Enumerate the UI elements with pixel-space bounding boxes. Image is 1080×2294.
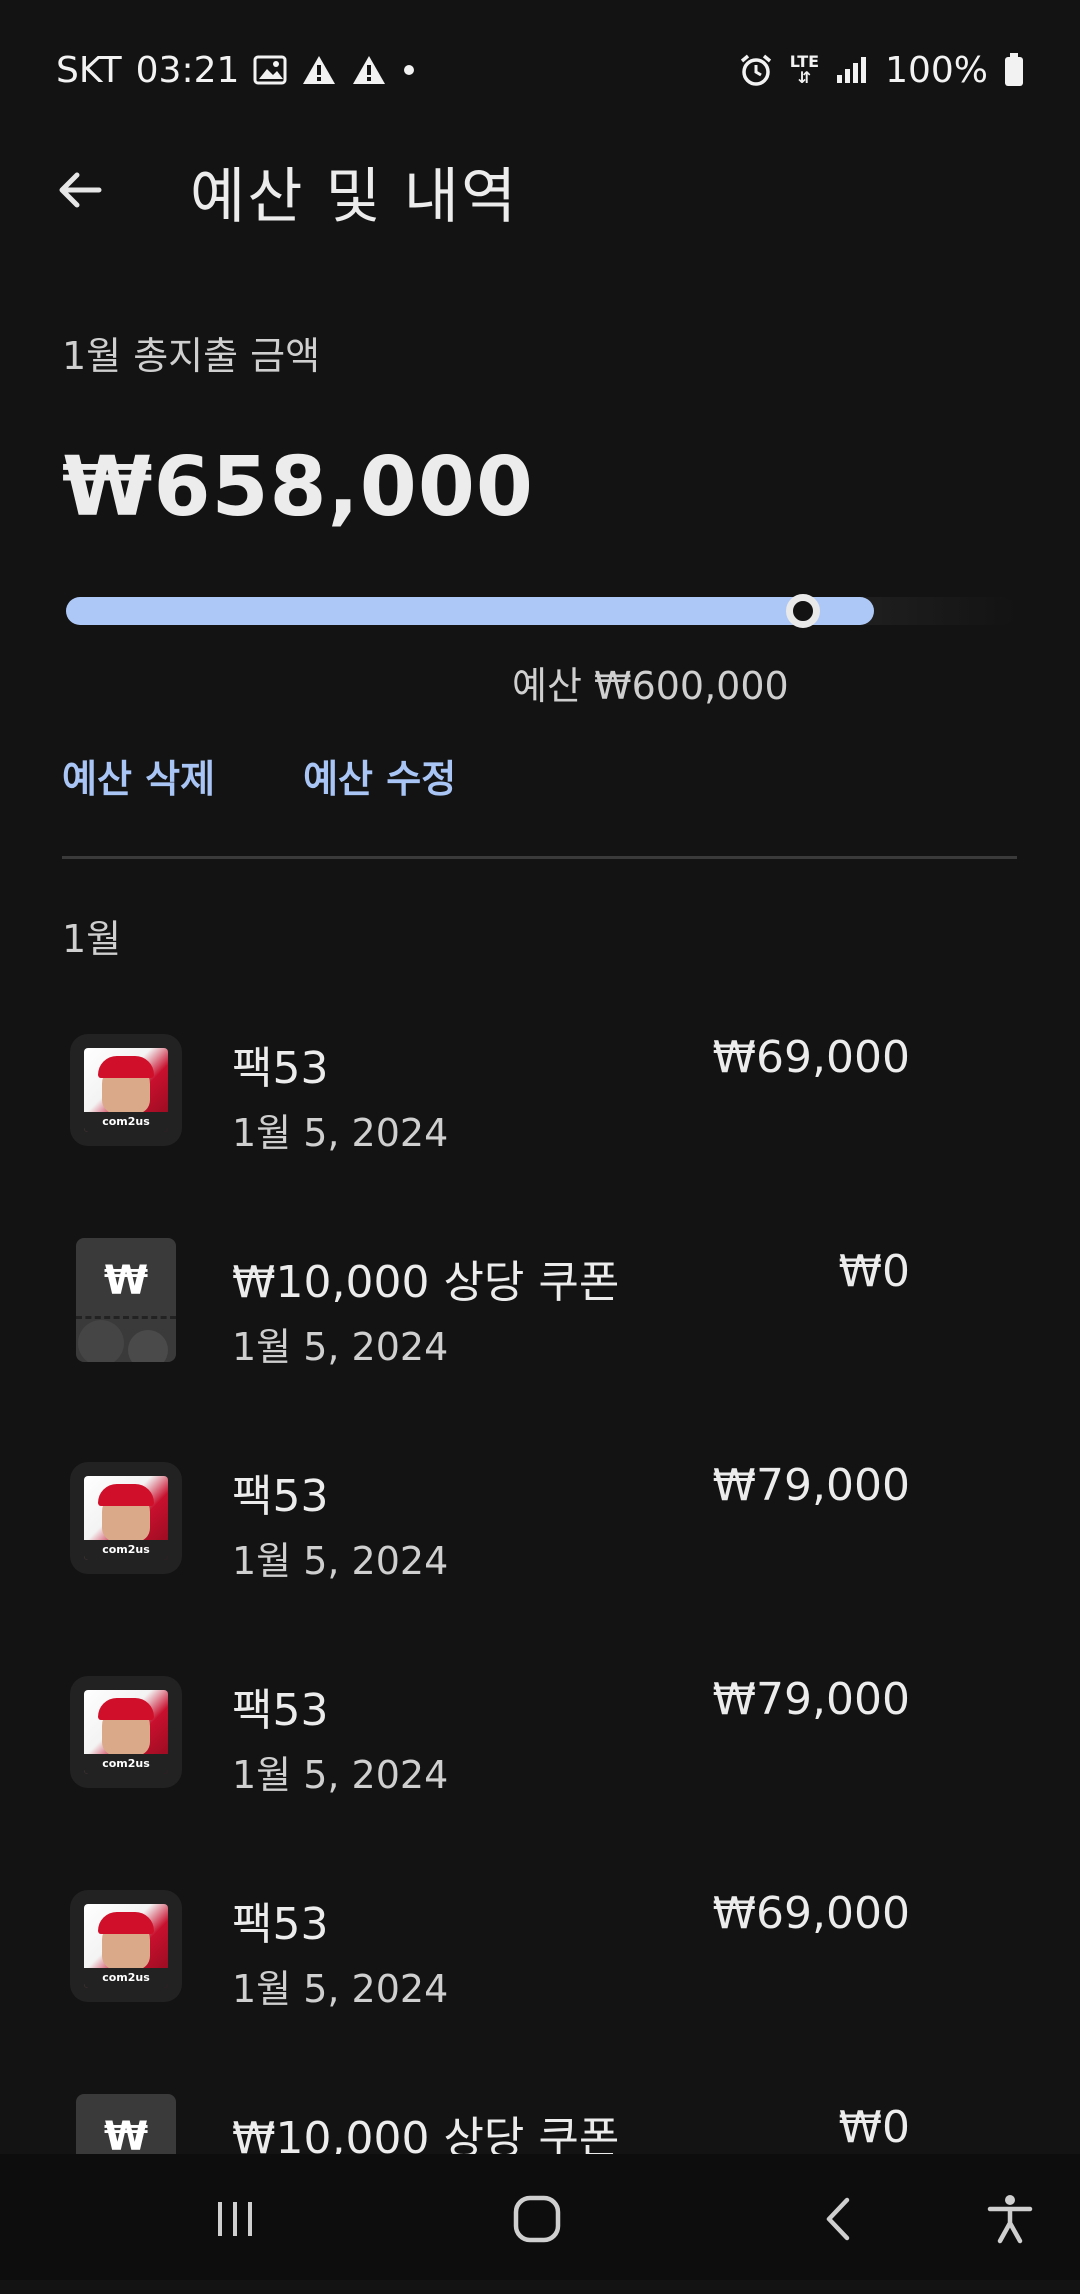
clock: 03:21 <box>135 49 240 91</box>
accessibility-icon <box>987 2195 1033 2244</box>
chevron-left-icon <box>826 2197 850 2241</box>
transaction-date: 1월 5, 2024 <box>232 1325 449 1369</box>
transaction-amount: ₩69,000 <box>712 1888 910 1939</box>
transaction-date: 1월 5, 2024 <box>232 1539 449 1583</box>
transaction-amount: ₩69,000 <box>712 1032 910 1083</box>
transaction-row[interactable]: com2us 팩53 1월 5, 2024 ₩69,000 <box>0 1010 1080 1224</box>
transaction-title: 팩53 <box>232 1043 329 1094</box>
total-spending-label: 1월 총지출 금액 <box>62 334 321 378</box>
transaction-row[interactable]: com2us 팩53 1월 5, 2024 ₩69,000 <box>0 1866 1080 2080</box>
alarm-icon <box>738 52 774 88</box>
transaction-date: 1월 5, 2024 <box>232 1111 449 1155</box>
game-thumbnail-icon: com2us <box>70 1034 182 1146</box>
divider <box>62 856 1017 859</box>
transaction-amount: ₩79,000 <box>712 1674 910 1725</box>
budget-amount-label: 예산 ₩600,000 <box>512 664 789 708</box>
recent-apps-button[interactable] <box>190 2174 280 2264</box>
notification-dot-icon <box>401 62 417 78</box>
delete-budget-button[interactable]: 예산 삭제 <box>62 748 215 803</box>
budget-marker <box>786 594 821 628</box>
transaction-date: 1월 5, 2024 <box>232 1967 449 2011</box>
carrier-label: SKT <box>56 49 122 91</box>
month-header: 1월 <box>62 917 122 961</box>
gallery-icon <box>253 55 287 85</box>
transaction-row[interactable]: ₩ ₩10,000 상당 쿠폰 1월 5, 2024 ₩0 <box>0 1224 1080 1438</box>
transaction-title: 팩53 <box>232 1685 329 1736</box>
back-nav-button[interactable] <box>795 2174 885 2264</box>
home-icon <box>513 2195 561 2243</box>
battery-icon <box>1004 53 1024 87</box>
lte-icon: LTE ⇵ <box>789 52 820 87</box>
system-navigation-bar <box>0 2154 1080 2280</box>
total-spending-amount: ₩658,000 <box>62 440 534 535</box>
spent-progress-fill <box>66 597 874 625</box>
arrow-left-icon <box>59 172 102 208</box>
page-title: 예산 및 내역 <box>190 162 519 232</box>
warning-icon <box>301 54 337 86</box>
budget-progress-bar <box>66 594 1016 628</box>
transaction-amount: ₩79,000 <box>712 1460 910 1511</box>
game-thumbnail-icon: com2us <box>70 1676 182 1788</box>
warning-icon <box>351 54 387 86</box>
transaction-row[interactable]: com2us 팩53 1월 5, 2024 ₩79,000 <box>0 1438 1080 1652</box>
back-button[interactable] <box>40 150 120 230</box>
transaction-date: 1월 5, 2024 <box>232 1753 449 1797</box>
transaction-title: 팩53 <box>232 1899 329 1950</box>
transaction-amount: ₩0 <box>838 1246 911 1297</box>
status-bar: SKT 03:21 LTE ⇵ 100% <box>0 0 1080 140</box>
transaction-row[interactable]: com2us 팩53 1월 5, 2024 ₩79,000 <box>0 1652 1080 1866</box>
signal-icon <box>835 55 869 85</box>
coupon-icon: ₩ <box>76 1238 176 1362</box>
home-button[interactable] <box>492 2174 582 2264</box>
game-thumbnail-icon: com2us <box>70 1890 182 2002</box>
game-thumbnail-icon: com2us <box>70 1462 182 1574</box>
recent-apps-icon <box>218 2202 252 2236</box>
top-app-bar: 예산 및 내역 <box>0 140 1080 240</box>
battery-percent: 100% <box>885 49 988 91</box>
edit-budget-button[interactable]: 예산 수정 <box>303 748 456 803</box>
transaction-amount: ₩0 <box>838 2102 911 2153</box>
transaction-title: 팩53 <box>232 1471 329 1522</box>
budget-actions: 예산 삭제 예산 수정 <box>62 748 456 803</box>
transaction-list: com2us 팩53 1월 5, 2024 ₩69,000 ₩ ₩10,000 상당… <box>0 1010 1080 2294</box>
transaction-title: ₩10,000 상당 쿠폰 <box>232 1257 620 1308</box>
accessibility-button[interactable] <box>965 2174 1055 2264</box>
